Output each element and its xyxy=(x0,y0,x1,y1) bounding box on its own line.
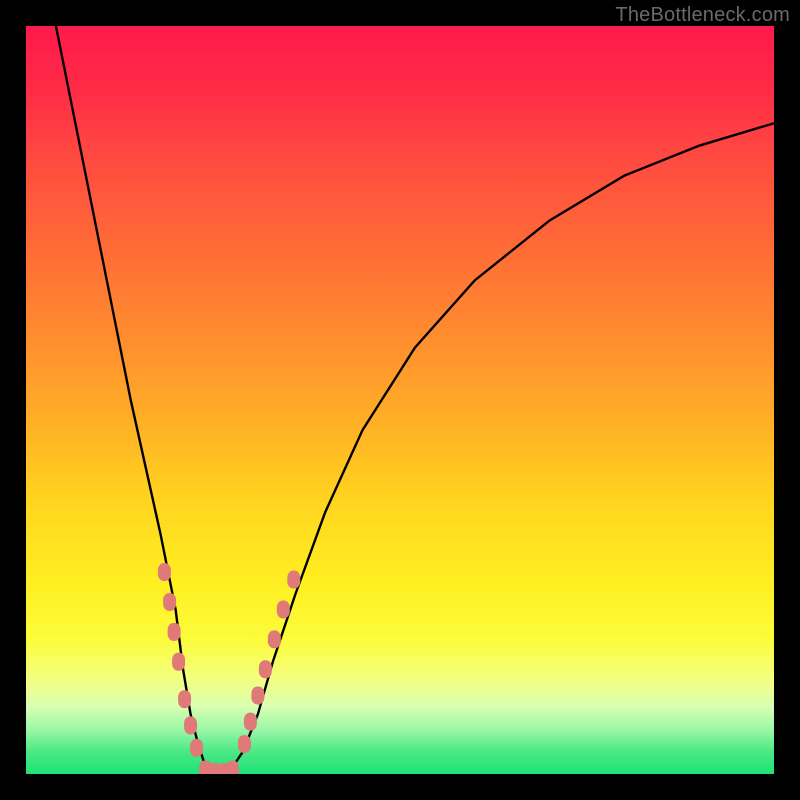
chart-frame: TheBottleneck.com xyxy=(0,0,800,800)
marker-dot xyxy=(178,690,191,708)
marker-dot xyxy=(208,763,221,774)
curve-layer xyxy=(26,26,774,774)
marker-dot xyxy=(244,713,257,731)
marker-dot xyxy=(172,653,185,671)
marker-dot xyxy=(251,686,264,704)
marker-dot xyxy=(238,735,251,753)
marker-dot xyxy=(268,630,281,648)
marker-dot xyxy=(259,660,272,678)
plot-area xyxy=(26,26,774,774)
marker-dot xyxy=(184,716,197,734)
marker-dot xyxy=(277,600,290,618)
marker-dot xyxy=(158,563,171,581)
marker-dot xyxy=(168,623,181,641)
marker-dot xyxy=(226,761,239,774)
marker-dot xyxy=(199,761,212,774)
bottleneck-curve xyxy=(56,26,774,774)
marker-dot xyxy=(287,571,300,589)
data-markers xyxy=(158,563,300,774)
marker-dot xyxy=(190,739,203,757)
marker-dot xyxy=(163,593,176,611)
watermark-text: TheBottleneck.com xyxy=(615,4,790,27)
marker-dot xyxy=(217,763,230,774)
